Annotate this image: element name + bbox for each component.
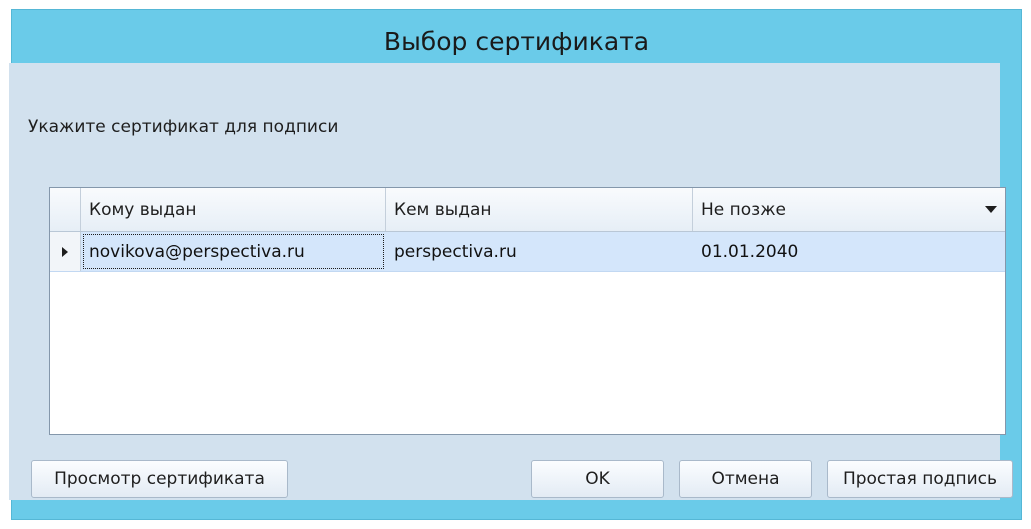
ok-button[interactable]: OK <box>531 460 664 498</box>
row-indicator <box>50 232 81 271</box>
instruction-label: Укажите сертификат для подписи <box>28 117 339 137</box>
column-header-issued-to[interactable]: Кому выдан <box>81 188 386 231</box>
column-header-label: Не позже <box>701 199 786 220</box>
view-certificate-button[interactable]: Просмотр сертификата <box>31 460 288 498</box>
header-corner <box>50 188 81 231</box>
cell-issued-to[interactable]: novikova@perspectiva.ru <box>81 232 386 271</box>
cancel-button[interactable]: Отмена <box>679 460 812 498</box>
chevron-down-icon[interactable] <box>985 206 997 213</box>
grid-header: Кому выдан Кем выдан Не позже <box>50 188 1005 232</box>
column-header-label: Кем выдан <box>394 199 492 220</box>
column-header-label: Кому выдан <box>89 199 197 220</box>
cell-not-after[interactable]: 01.01.2040 <box>693 232 1005 271</box>
triangle-right-icon <box>62 246 68 257</box>
table-row[interactable]: novikova@perspectiva.ru perspectiva.ru 0… <box>50 232 1005 272</box>
column-header-issued-by[interactable]: Кем выдан <box>386 188 693 231</box>
certificate-grid[interactable]: Кому выдан Кем выдан Не позже novikova@p… <box>49 187 1006 435</box>
simple-signature-button[interactable]: Простая подпись <box>827 460 1013 498</box>
cell-issued-by[interactable]: perspectiva.ru <box>386 232 693 271</box>
column-header-not-after[interactable]: Не позже <box>693 188 1005 231</box>
